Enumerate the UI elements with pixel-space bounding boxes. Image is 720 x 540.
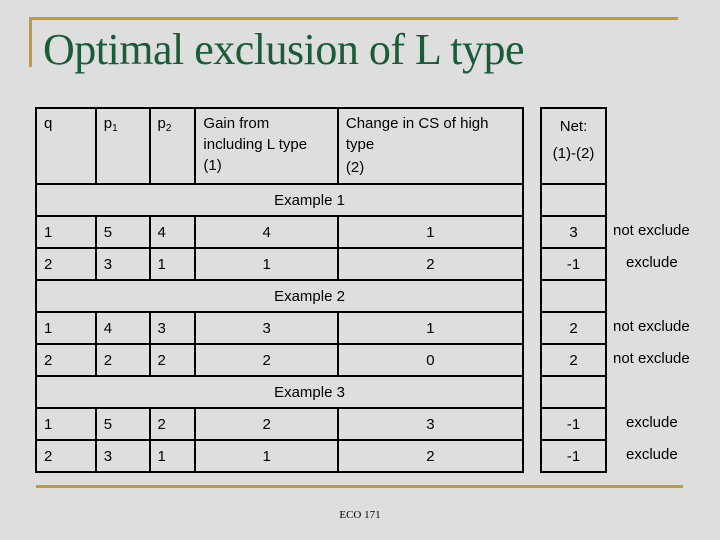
- cell-gain: 1: [194, 247, 339, 281]
- cell-gain: 2: [194, 407, 339, 441]
- example-label: Example 3: [35, 375, 524, 409]
- cell-p1: 2: [94, 343, 151, 377]
- title-accent-line-left: [29, 17, 32, 67]
- main-table: q p1 p2 Gain from including L type (1) C…: [35, 107, 525, 473]
- cell-net: 2: [540, 311, 607, 345]
- cell-change-cs: 0: [336, 343, 525, 377]
- cell-p2: 4: [148, 215, 197, 249]
- cell-change-cs: 1: [336, 311, 525, 345]
- cell-q: 1: [35, 215, 97, 249]
- cell-p1: 4: [94, 311, 151, 345]
- decision-label: not exclude: [613, 222, 690, 239]
- slide-title: Optimal exclusion of L type: [43, 25, 524, 74]
- header-p1: p1: [94, 107, 151, 185]
- table-row: 23112: [35, 439, 525, 473]
- cell-p2: 1: [148, 247, 197, 281]
- slide-footer: ECO 171: [339, 509, 381, 521]
- net-row: -1: [540, 439, 607, 473]
- cell-q: 2: [35, 343, 97, 377]
- net-row: 3: [540, 215, 607, 249]
- net-row: -1: [540, 407, 607, 441]
- table-row: 14331: [35, 311, 525, 345]
- decision-label: not exclude: [613, 350, 690, 367]
- example-label: Example 2: [35, 279, 524, 313]
- cell-q: 1: [35, 311, 97, 345]
- net-spacer-row: [540, 183, 607, 217]
- header-gain: Gain from including L type (1): [194, 107, 339, 185]
- net-header-row: Net: (1)-(2): [540, 107, 607, 185]
- net-spacer-cell: [540, 183, 607, 217]
- cell-net: -1: [540, 439, 607, 473]
- cell-net: 3: [540, 215, 607, 249]
- cell-q: 1: [35, 407, 97, 441]
- cell-change-cs: 2: [336, 247, 525, 281]
- example-label: Example 1: [35, 183, 524, 217]
- cell-p1: 3: [94, 439, 151, 473]
- net-spacer-cell: [540, 279, 607, 313]
- cell-q: 2: [35, 247, 97, 281]
- example-label-row: Example 2: [35, 279, 524, 313]
- net-row: 2: [540, 343, 607, 377]
- cell-gain: 4: [194, 215, 339, 249]
- net-row: -1: [540, 247, 607, 281]
- header-p2: p2: [148, 107, 197, 185]
- net-spacer-cell: [540, 375, 607, 409]
- cell-p1: 5: [94, 407, 151, 441]
- table-row: 22220: [35, 343, 525, 377]
- table-row: 15441: [35, 215, 525, 249]
- cell-p2: 3: [148, 311, 197, 345]
- cell-change-cs: 2: [336, 439, 525, 473]
- decision-label: exclude: [626, 254, 678, 271]
- net-spacer-row: [540, 375, 607, 409]
- cell-p1: 5: [94, 215, 151, 249]
- net-spacer-row: [540, 279, 607, 313]
- header-q: q: [35, 107, 97, 185]
- cell-net: 2: [540, 343, 607, 377]
- cell-gain: 2: [194, 343, 339, 377]
- header-row: q p1 p2 Gain from including L type (1) C…: [35, 107, 525, 185]
- decision-label: exclude: [626, 414, 678, 431]
- header-net: Net: (1)-(2): [540, 107, 607, 185]
- example-label-row: Example 1: [35, 183, 524, 217]
- net-row: 2: [540, 311, 607, 345]
- footer-accent-line: [36, 485, 683, 488]
- cell-gain: 1: [194, 439, 339, 473]
- decision-label: exclude: [626, 446, 678, 463]
- table-row: 23112: [35, 247, 525, 281]
- cell-p2: 2: [148, 343, 197, 377]
- decision-label: not exclude: [613, 318, 690, 335]
- net-table: Net: (1)-(2) 3 -1 2 2 -1 -1: [540, 107, 607, 473]
- header-change-cs: Change in CS of high type (2): [336, 107, 525, 185]
- cell-gain: 3: [194, 311, 339, 345]
- cell-q: 2: [35, 439, 97, 473]
- cell-net: -1: [540, 407, 607, 441]
- title-accent-line-top: [29, 17, 678, 20]
- cell-net: -1: [540, 247, 607, 281]
- cell-p1: 3: [94, 247, 151, 281]
- table-row: 15223: [35, 407, 525, 441]
- cell-p2: 1: [148, 439, 197, 473]
- cell-p2: 2: [148, 407, 197, 441]
- cell-change-cs: 3: [336, 407, 525, 441]
- cell-change-cs: 1: [336, 215, 525, 249]
- example-label-row: Example 3: [35, 375, 524, 409]
